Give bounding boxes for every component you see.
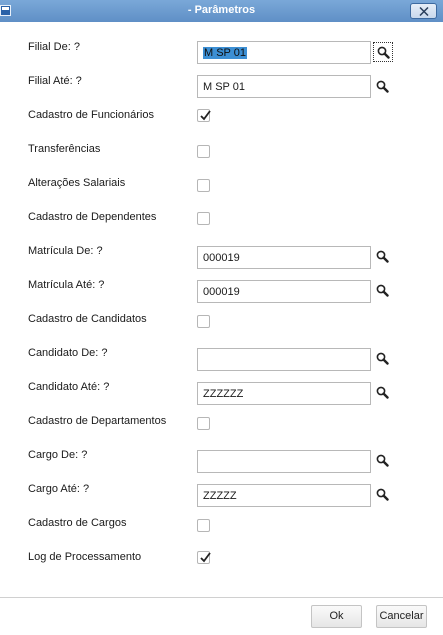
matricula-ate-value: 000019	[203, 286, 240, 298]
close-button[interactable]	[410, 3, 437, 19]
cad-candidatos-checkbox[interactable]	[197, 315, 210, 328]
log-processamento-checkbox[interactable]	[197, 551, 211, 564]
cargo-de-input[interactable]	[197, 450, 371, 473]
checkmark-icon	[200, 552, 211, 563]
cargo-ate-input[interactable]: ZZZZZ	[197, 484, 371, 507]
cad-departamentos-checkbox[interactable]	[197, 417, 210, 430]
matricula-ate-label: Matrícula Até: ?	[28, 279, 105, 291]
cad-funcionarios-label: Cadastro de Funcionários	[28, 109, 154, 121]
matricula-de-input[interactable]: 000019	[197, 246, 371, 269]
candidato-de-input[interactable]	[197, 348, 371, 371]
matricula-ate-search-button[interactable]	[373, 281, 393, 301]
transferencias-label: Transferências	[28, 143, 101, 155]
filial-ate-label: Filial Até: ?	[28, 75, 82, 87]
cargo-ate-search-button[interactable]	[373, 485, 393, 505]
candidato-ate-search-button[interactable]	[373, 383, 393, 403]
window-title: - Parâmetros	[187, 4, 256, 16]
cad-funcionarios-checkbox[interactable]	[197, 109, 211, 122]
matricula-de-label: Matrícula De: ?	[28, 245, 103, 257]
matricula-ate-input[interactable]: 000019	[197, 280, 371, 303]
cargo-de-search-button[interactable]	[373, 451, 393, 471]
cad-dependentes-checkbox[interactable]	[197, 212, 210, 225]
cad-candidatos-label: Cadastro de Candidatos	[28, 313, 147, 325]
cargo-ate-label: Cargo Até: ?	[28, 483, 90, 495]
alteracoes-salariais-checkbox[interactable]	[197, 179, 210, 192]
filial-ate-input[interactable]: M SP 01	[197, 75, 371, 98]
cancel-button[interactable]: Cancelar	[376, 605, 427, 628]
cad-dependentes-label: Cadastro de Dependentes	[28, 211, 157, 223]
candidato-de-label: Candidato De: ?	[28, 347, 108, 359]
search-icon	[376, 80, 389, 93]
search-icon	[376, 250, 389, 263]
search-icon	[376, 488, 389, 501]
candidato-ate-label: Candidato Até: ?	[28, 381, 110, 393]
cad-cargos-label: Cadastro de Cargos	[28, 517, 127, 529]
title-bar: - Parâmetros	[0, 0, 443, 22]
cargo-de-label: Cargo De: ?	[28, 449, 88, 461]
alteracoes-salariais-label: Alterações Salariais	[28, 177, 126, 189]
footer-divider	[0, 597, 443, 598]
search-icon	[376, 352, 389, 365]
candidato-ate-value: ZZZZZZ	[203, 388, 244, 400]
checkmark-icon	[200, 110, 211, 121]
matricula-de-value: 000019	[203, 252, 240, 264]
cad-departamentos-label: Cadastro de Departamentos	[28, 415, 167, 427]
candidato-de-search-button[interactable]	[373, 349, 393, 369]
filial-de-label: Filial De: ?	[28, 41, 80, 53]
filial-de-search-button[interactable]	[373, 42, 393, 62]
log-processamento-label: Log de Processamento	[28, 551, 142, 563]
filial-de-input[interactable]: M SP 01	[197, 41, 371, 64]
transferencias-checkbox[interactable]	[197, 145, 210, 158]
search-icon	[376, 284, 389, 297]
close-icon	[419, 7, 429, 16]
cargo-ate-value: ZZZZZ	[203, 490, 237, 502]
search-icon	[376, 386, 389, 399]
search-icon	[377, 46, 390, 59]
matricula-de-search-button[interactable]	[373, 247, 393, 267]
cad-cargos-checkbox[interactable]	[197, 519, 210, 532]
candidato-ate-input[interactable]: ZZZZZZ	[197, 382, 371, 405]
filial-ate-value: M SP 01	[203, 81, 245, 93]
ok-button[interactable]: Ok	[311, 605, 362, 628]
filial-de-value: M SP 01	[203, 47, 247, 59]
filial-ate-search-button[interactable]	[373, 77, 393, 97]
search-icon	[376, 454, 389, 467]
